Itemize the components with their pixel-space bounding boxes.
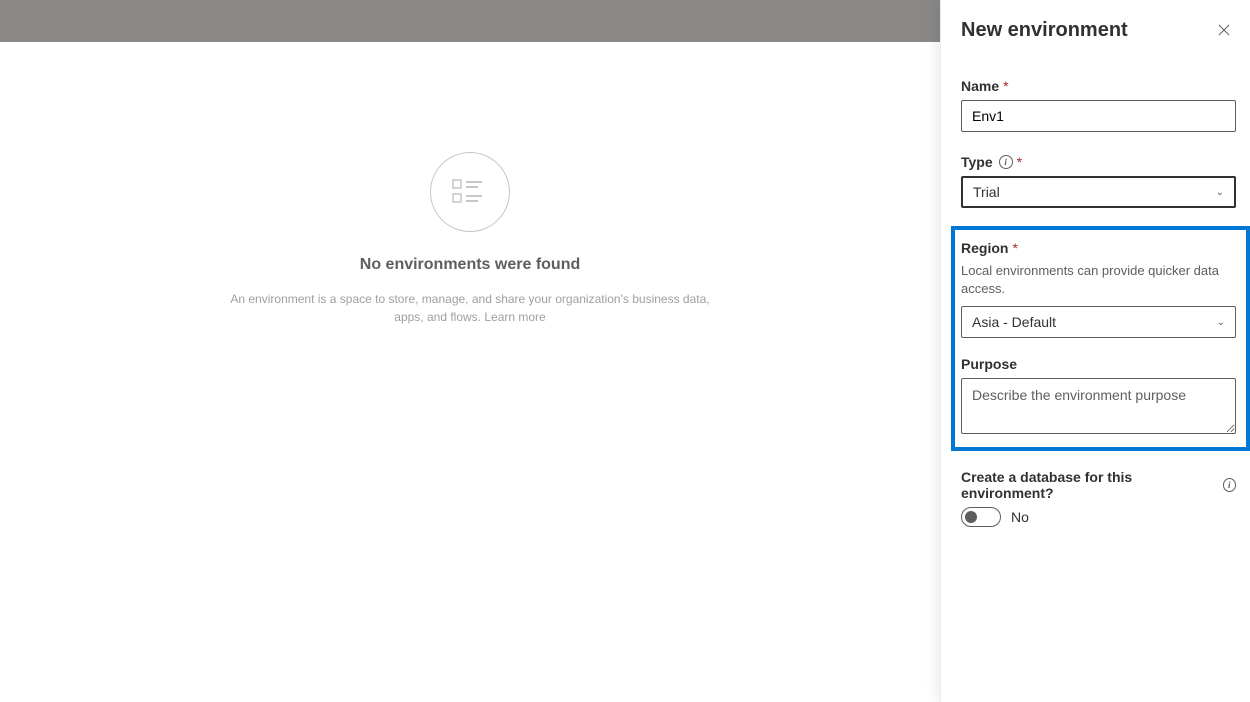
region-label: Region * <box>961 240 1236 256</box>
database-toggle[interactable] <box>961 507 1001 527</box>
type-label: Type i * <box>961 154 1236 170</box>
info-icon[interactable]: i <box>1223 478 1236 492</box>
type-select[interactable]: Trial ⌄ <box>961 176 1236 208</box>
new-environment-panel: New environment Name * Type i * Trial ⌄ <box>940 0 1250 702</box>
name-input[interactable] <box>961 100 1236 132</box>
required-mark: * <box>1012 240 1017 256</box>
required-mark: * <box>1003 78 1008 94</box>
type-field: Type i * Trial ⌄ <box>961 154 1236 208</box>
top-header-bar <box>0 0 940 42</box>
learn-more-link[interactable]: Learn more <box>484 310 545 324</box>
database-field: Create a database for this environment? … <box>961 469 1236 527</box>
purpose-textarea[interactable] <box>961 378 1236 434</box>
database-toggle-value: No <box>1011 509 1029 525</box>
chevron-down-icon: ⌄ <box>1217 317 1225 328</box>
empty-state-title: No environments were found <box>0 256 940 274</box>
required-mark: * <box>1017 154 1022 170</box>
empty-state-description: An environment is a space to store, mana… <box>230 290 710 326</box>
info-icon[interactable]: i <box>999 155 1013 169</box>
purpose-label: Purpose <box>961 356 1236 372</box>
close-icon <box>1218 24 1230 36</box>
region-help-text: Local environments can provide quicker d… <box>961 262 1236 298</box>
panel-header: New environment <box>961 18 1236 42</box>
toggle-knob <box>965 511 977 523</box>
panel-title: New environment <box>961 19 1128 42</box>
region-select[interactable]: Asia - Default ⌄ <box>961 306 1236 338</box>
database-toggle-row: No <box>961 507 1236 527</box>
list-empty-icon <box>430 152 510 232</box>
main-content-area: No environments were found An environmen… <box>0 42 940 702</box>
close-panel-button[interactable] <box>1212 18 1236 42</box>
name-label: Name * <box>961 78 1236 94</box>
chevron-down-icon: ⌄ <box>1216 187 1224 198</box>
region-field: Region * Local environments can provide … <box>961 240 1236 338</box>
database-label: Create a database for this environment? … <box>961 469 1236 501</box>
name-field: Name * <box>961 78 1236 132</box>
purpose-field: Purpose <box>961 356 1236 437</box>
highlight-region: Region * Local environments can provide … <box>951 226 1250 451</box>
empty-state: No environments were found An environmen… <box>0 42 940 702</box>
